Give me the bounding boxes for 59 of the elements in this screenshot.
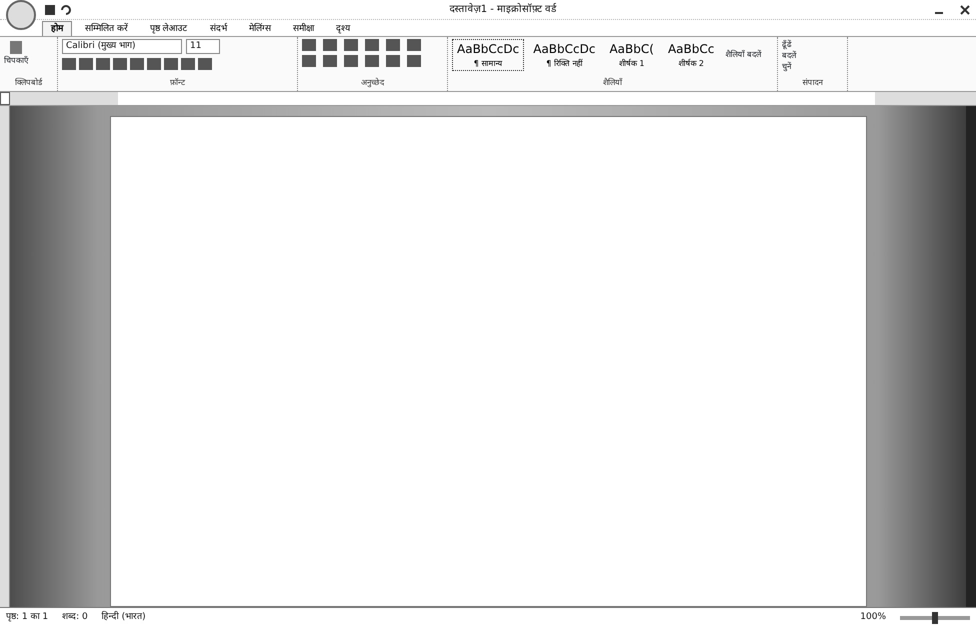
zoom-slider-thumb[interactable]	[932, 612, 938, 624]
ribbon-tab[interactable]: संदर्भ	[200, 21, 236, 36]
ribbon-tab[interactable]: पृष्ठ लेआउट	[140, 21, 197, 36]
format-icon[interactable]	[130, 58, 144, 70]
paragraph-icon[interactable]	[344, 55, 358, 67]
style-button[interactable]: AaBbC( शीर्षक 1	[604, 39, 659, 71]
paragraph-icon[interactable]	[323, 39, 337, 51]
page-count[interactable]: पृष्ठ: 1 का 1	[6, 610, 48, 624]
paragraph-icon[interactable]	[407, 39, 421, 51]
format-icon[interactable]	[164, 58, 178, 70]
paragraph-icon[interactable]	[365, 39, 379, 51]
paragraph-icon[interactable]	[344, 39, 358, 51]
group-label: क्लिपबोर्ड	[14, 77, 44, 89]
ribbon-tab[interactable]: दृश्य	[326, 21, 359, 36]
language-indicator[interactable]: हिन्दी (भारत)	[102, 610, 146, 624]
paragraph-icon[interactable]	[323, 55, 337, 67]
style-button[interactable]: AaBbCcDc ¶ सामान्य	[452, 39, 524, 71]
window-title: दस्तावेज़1 - माइक्रोसॉफ़्ट वर्ड	[450, 2, 556, 17]
group-label: शैलियाँ	[602, 77, 624, 89]
ribbon-tab[interactable]: होम	[42, 21, 72, 36]
office-button[interactable]	[6, 0, 36, 30]
editing-button[interactable]: बदलें	[782, 50, 796, 61]
horizontal-ruler[interactable]	[118, 92, 875, 105]
font-size-field[interactable]: 11	[186, 39, 220, 54]
paragraph-icon[interactable]	[386, 39, 400, 51]
group-label: फ़ॉन्ट	[169, 77, 186, 89]
font-name-field[interactable]: Calibri (मुख्य भाग)	[62, 39, 182, 54]
style-button[interactable]: AaBbCc शीर्षक 2	[662, 39, 720, 71]
format-icon[interactable]	[198, 58, 212, 70]
group-label: संपादन	[802, 77, 824, 89]
document-page[interactable]	[110, 116, 866, 607]
word-count[interactable]: शब्द: 0	[62, 610, 88, 624]
format-icon[interactable]	[147, 58, 161, 70]
change-styles-button[interactable]: शैलियाँ बदलें	[723, 49, 764, 61]
format-icon[interactable]	[96, 58, 110, 70]
style-button[interactable]: AaBbCcDc ¶ रिक्ति नहीं	[528, 39, 600, 71]
format-icon[interactable]	[79, 58, 93, 70]
paragraph-icon[interactable]	[302, 55, 316, 67]
paragraph-icon[interactable]	[365, 55, 379, 67]
format-icon[interactable]	[113, 58, 127, 70]
paste-button[interactable]: चिपकाएँ	[4, 39, 28, 67]
zoom-level[interactable]: 100%	[860, 610, 886, 624]
ribbon-tab[interactable]: मेलिंग्स	[240, 21, 280, 36]
vertical-scrollbar[interactable]	[966, 106, 976, 607]
ribbon-tab[interactable]: समीक्षा	[284, 21, 323, 36]
paragraph-icon[interactable]	[386, 55, 400, 67]
undo-icon[interactable]	[60, 4, 72, 16]
clipboard-icon	[8, 39, 24, 55]
format-icon[interactable]	[181, 58, 195, 70]
group-label: अनुच्छेद	[360, 77, 386, 89]
tab-selector[interactable]	[0, 92, 10, 105]
paragraph-icon[interactable]	[302, 39, 316, 51]
editing-button[interactable]: चुनें	[782, 61, 796, 72]
editing-button[interactable]: ढूँढें	[782, 39, 796, 50]
paragraph-icon[interactable]	[407, 55, 421, 67]
close-icon[interactable]	[960, 4, 970, 14]
ribbon-tab[interactable]: सम्मिलित करें	[76, 21, 137, 36]
save-icon[interactable]	[44, 4, 56, 16]
format-icon[interactable]	[62, 58, 76, 70]
